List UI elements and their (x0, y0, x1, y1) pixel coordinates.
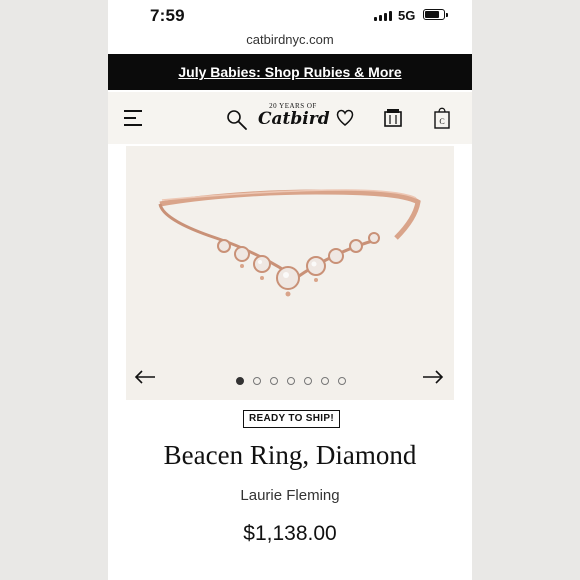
status-time: 7:59 (150, 6, 185, 25)
heart-icon[interactable] (336, 108, 354, 128)
gallery-dot[interactable] (321, 377, 329, 385)
signal-icon (374, 11, 392, 21)
status-bar: 7:59 5G (108, 0, 472, 30)
product-image-gallery[interactable] (126, 146, 454, 400)
product-price: $1,138.00 (243, 522, 337, 545)
gallery-dot[interactable] (253, 377, 261, 385)
battery-fill (425, 11, 439, 18)
gallery-dot[interactable] (287, 377, 295, 385)
arrow-right-icon[interactable] (422, 370, 444, 384)
promo-link[interactable]: July Babies: Shop Rubies & More (178, 64, 401, 80)
menu-icon[interactable] (124, 109, 144, 127)
arrow-left-icon[interactable] (134, 370, 156, 384)
gallery-dot[interactable] (338, 377, 346, 385)
gallery-dot[interactable] (270, 377, 278, 385)
phone-screen: 7:59 5G catbirdnyc.com July Babies: Shop… (108, 0, 472, 580)
site-header: 20 YEARS OF Catbird C (108, 92, 472, 144)
bag-icon[interactable] (383, 106, 403, 128)
designer-link[interactable]: Laurie Fleming (108, 487, 472, 504)
ready-to-ship-badge: READY TO SHIP! (243, 410, 340, 428)
tote-bag-icon[interactable]: C (433, 104, 451, 130)
svg-text:C: C (439, 117, 444, 126)
product-title: Beacen Ring, Diamond (163, 440, 417, 470)
product-image (158, 189, 421, 297)
logo-wordmark: Catbird (258, 109, 330, 129)
promo-banner[interactable]: July Babies: Shop Rubies & More (108, 54, 472, 90)
gallery-dot[interactable] (304, 377, 312, 385)
url-bar[interactable]: catbirdnyc.com (108, 32, 472, 50)
search-icon[interactable] (226, 109, 248, 131)
battery-icon (423, 9, 448, 20)
network-type: 5G (398, 8, 416, 23)
logo[interactable]: 20 YEARS OF Catbird (258, 100, 330, 136)
gallery-dot[interactable] (236, 377, 244, 385)
